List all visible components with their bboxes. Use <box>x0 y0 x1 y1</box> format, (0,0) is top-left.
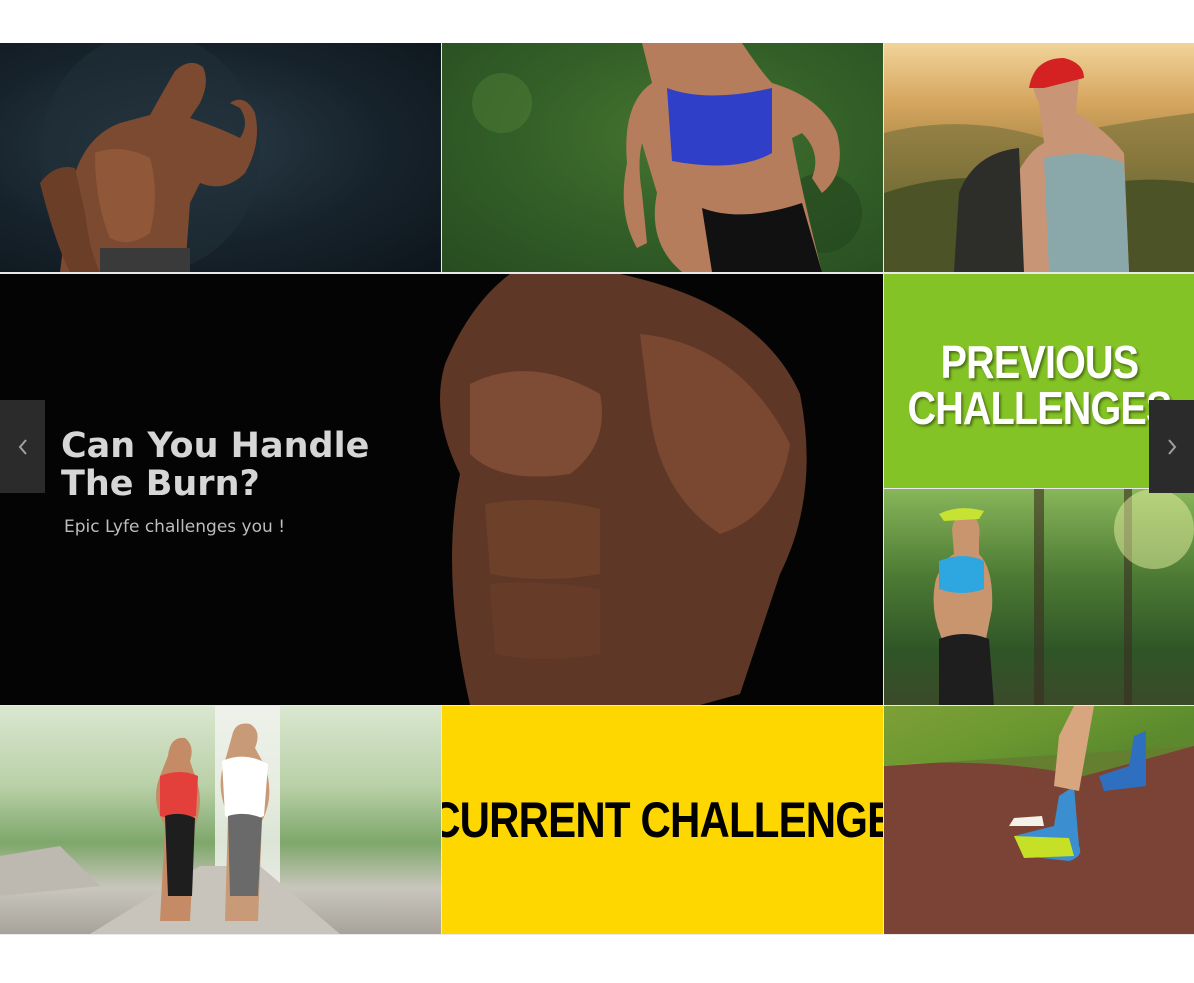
hero-title-line1: Can You Handle <box>61 426 370 466</box>
runner-woman-park-image <box>933 489 1194 705</box>
running-shoes-track-image <box>884 706 1194 934</box>
previous-challenges-tile[interactable]: PREVIOUS CHALLENGES <box>884 274 1194 488</box>
bodybuilder-flex-image <box>40 43 260 272</box>
next-slide-button[interactable] <box>1149 400 1194 493</box>
hero-subtitle: Epic Lyfe challenges you ! <box>64 517 286 537</box>
previous-challenges-label: PREVIOUS CHALLENGES <box>907 336 1172 434</box>
previous-label-line1: PREVIOUS <box>940 336 1138 388</box>
current-challenge-tile[interactable]: CURRENT CHALLENGE <box>442 706 883 934</box>
hero-title: Can You Handle The Burn? <box>61 427 369 503</box>
fitness-woman-photo[interactable] <box>442 43 883 272</box>
couple-jogging-image <box>0 706 340 934</box>
hiker-girl-image <box>884 58 1194 272</box>
hiker-girl-photo[interactable] <box>884 43 1194 272</box>
hero-title-line2: The Burn? <box>61 464 260 504</box>
hero-caption: Can You Handle The Burn? Epic Lyfe chall… <box>61 427 369 537</box>
runner-woman-park-photo[interactable] <box>884 489 1194 705</box>
chevron-left-icon <box>18 438 27 455</box>
bodybuilder-flex-photo[interactable] <box>0 43 441 272</box>
fitness-woman-image <box>442 43 883 272</box>
chevron-right-icon <box>1167 438 1176 455</box>
couple-jogging-photo[interactable] <box>0 706 441 934</box>
prev-slide-button[interactable] <box>0 400 45 493</box>
previous-label-line2: CHALLENGES <box>907 382 1172 434</box>
current-challenge-label: CURRENT CHALLENGE <box>442 792 883 848</box>
hero-slide: Can You Handle The Burn? Epic Lyfe chall… <box>0 274 883 705</box>
photo-grid: Can You Handle The Burn? Epic Lyfe chall… <box>0 43 1194 935</box>
running-shoes-track-photo[interactable] <box>884 706 1194 934</box>
